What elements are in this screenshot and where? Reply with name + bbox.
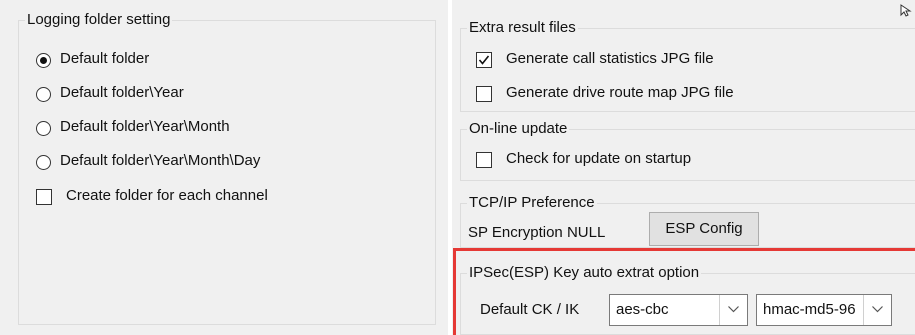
cipher-select-value: aes-cbc (616, 301, 669, 318)
cipher-dropdown-arrow[interactable] (719, 295, 747, 325)
online-update-title: On-line update (467, 120, 570, 138)
radio-selected-dot (40, 57, 47, 64)
checkbox[interactable] (36, 189, 52, 205)
radio-label: Default folder (60, 50, 150, 67)
radio-label: Default folder\Year\Month\Day (60, 152, 261, 169)
left-panel: Logging folder setting Default folder De… (0, 0, 448, 335)
settings-window: Logging folder setting Default folder De… (0, 0, 915, 335)
right-panel: Extra result files Generate call statist… (452, 0, 915, 335)
radio-button[interactable] (36, 87, 51, 102)
hash-select-value: hmac-md5-96 (763, 301, 856, 318)
radio-button[interactable] (36, 155, 51, 170)
chevron-down-icon (728, 306, 739, 313)
default-ck-ik-label: Default CK / IK (480, 301, 580, 318)
checkbox[interactable] (476, 152, 492, 168)
logging-folder-title: Logging folder setting (25, 11, 173, 29)
radio-button[interactable] (36, 121, 51, 136)
extra-result-files-title: Extra result files (467, 19, 578, 37)
checkbox[interactable] (476, 52, 492, 68)
hash-select[interactable]: hmac-md5-96 (756, 294, 892, 326)
checkbox-label: Check for update on startup (506, 150, 692, 167)
hash-dropdown-arrow[interactable] (863, 295, 891, 325)
radio-label: Default folder\Year (60, 84, 184, 101)
cursor-icon (900, 4, 912, 17)
checkbox[interactable] (476, 86, 492, 102)
tcpip-preference-title: TCP/IP Preference (467, 194, 597, 212)
ipsec-key-option-title: IPSec(ESP) Key auto extrat option (467, 264, 702, 282)
checkmark-icon (478, 55, 490, 65)
radio-label: Default folder\Year\Month (60, 118, 230, 135)
checkbox-label: Generate drive route map JPG file (506, 84, 734, 101)
cipher-select[interactable]: aes-cbc (609, 294, 748, 326)
checkbox-label: Generate call statistics JPG file (506, 50, 714, 67)
radio-button[interactable] (36, 53, 51, 68)
chevron-down-icon (872, 306, 883, 313)
sp-encryption-label: SP Encryption NULL (468, 224, 606, 241)
esp-config-button[interactable]: ESP Config (649, 212, 759, 246)
checkbox-label: Create folder for each channel (66, 187, 268, 204)
